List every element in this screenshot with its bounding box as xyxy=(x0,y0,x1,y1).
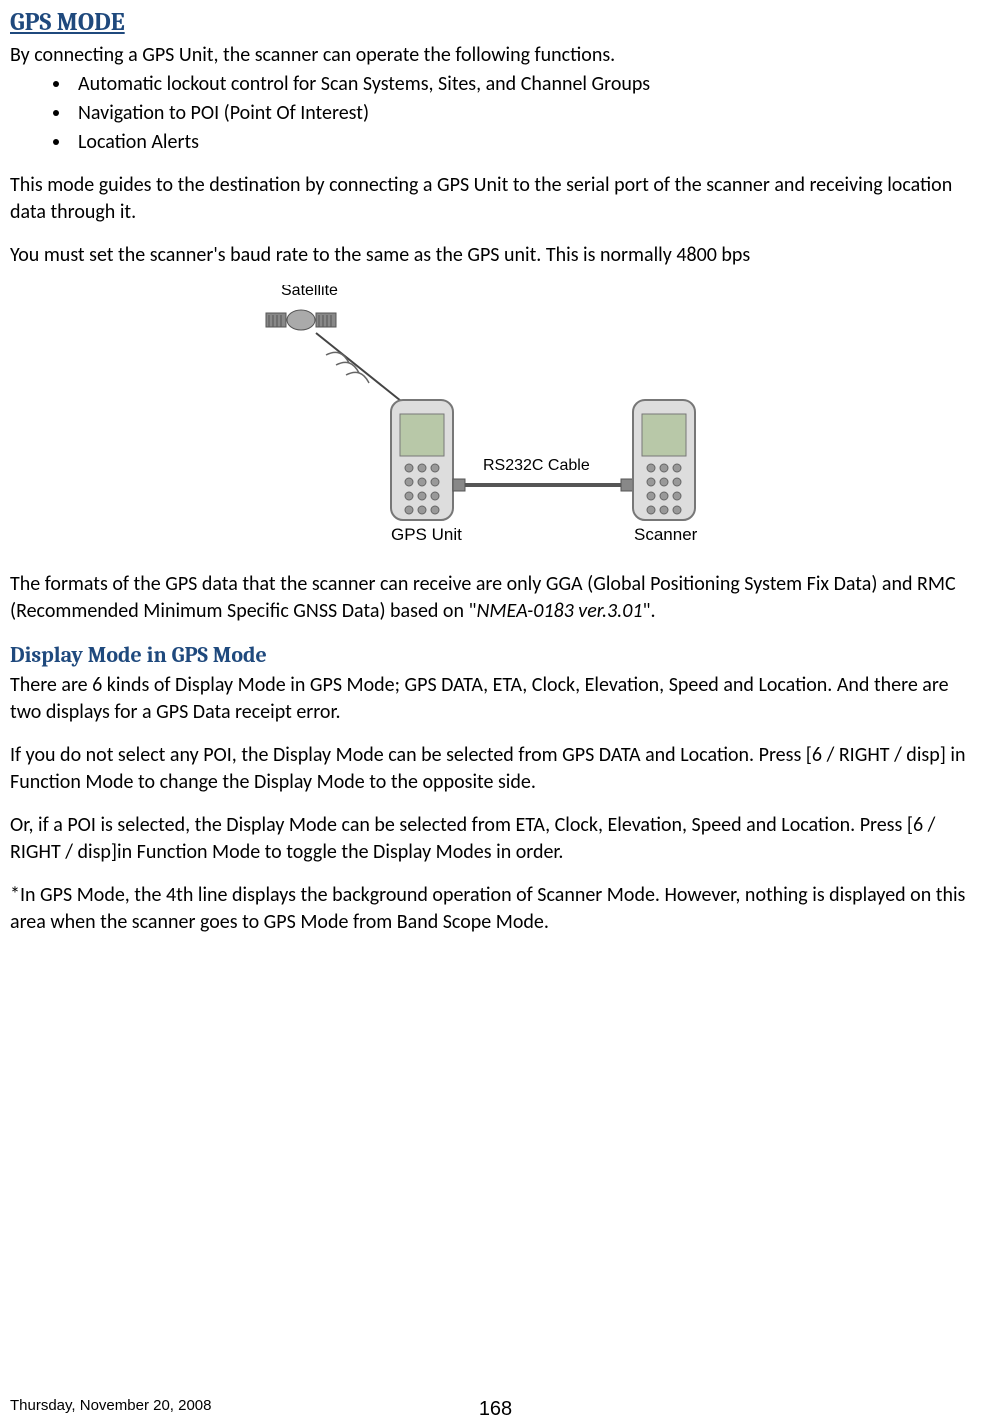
feature-list: Automatic lockout control for Scan Syste… xyxy=(10,71,981,156)
satellite-icon xyxy=(266,310,336,330)
satellite-label: Satellite xyxy=(281,285,338,299)
body-paragraph: The formats of the GPS data that the sca… xyxy=(10,571,981,625)
list-item: Automatic lockout control for Scan Syste… xyxy=(72,71,981,98)
page-title: GPS MODE xyxy=(10,6,981,40)
body-paragraph: You must set the scanner's baud rate to … xyxy=(10,242,981,269)
cable-icon xyxy=(453,479,633,491)
body-paragraph: If you do not select any POI, the Displa… xyxy=(10,742,981,796)
body-paragraph: This mode guides to the destination by c… xyxy=(10,172,981,226)
page-footer: Thursday, November 20, 2008 168 xyxy=(10,1396,981,1416)
cable-label: RS232C Cable xyxy=(483,457,590,474)
scanner-label: Scanner xyxy=(634,525,698,544)
gps-diagram: Satellite GPS Unit xyxy=(10,285,981,553)
footer-date: Thursday, November 20, 2008 xyxy=(10,1397,212,1414)
text-run: ". xyxy=(642,599,655,623)
scanner-icon xyxy=(633,400,695,520)
emphasis-text: NMEA-0183 ver.3.01 xyxy=(477,599,643,623)
gps-unit-label: GPS Unit xyxy=(391,525,462,544)
list-item: Navigation to POI (Point Of Interest) xyxy=(72,100,981,127)
body-paragraph: Or, if a POI is selected, the Display Mo… xyxy=(10,812,981,866)
gps-diagram-svg: Satellite GPS Unit xyxy=(231,285,761,545)
body-paragraph: *In GPS Mode, the 4th line displays the … xyxy=(10,882,981,936)
page-number: 168 xyxy=(479,1396,512,1423)
gps-unit-icon xyxy=(391,400,453,520)
section-heading: Display Mode in GPS Mode xyxy=(10,641,981,671)
list-item: Location Alerts xyxy=(72,129,981,156)
intro-paragraph: By connecting a GPS Unit, the scanner ca… xyxy=(10,42,981,69)
body-paragraph: There are 6 kinds of Display Mode in GPS… xyxy=(10,672,981,726)
